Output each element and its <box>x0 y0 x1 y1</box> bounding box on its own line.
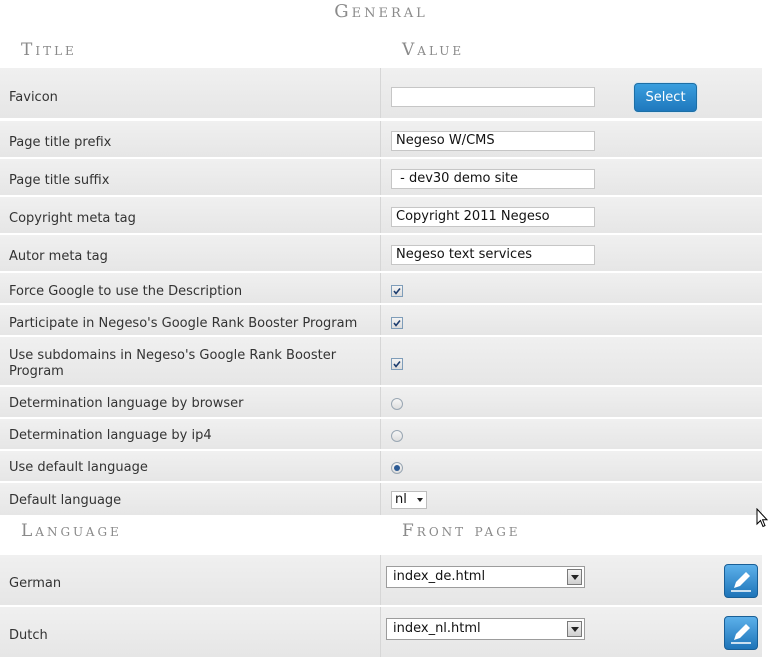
pencil-icon <box>731 624 751 644</box>
lang-browser-radio[interactable] <box>391 398 403 410</box>
subdomains-checkbox[interactable] <box>391 358 403 370</box>
settings-row-subdomains: Use subdomains in Negeso's Google Rank B… <box>0 337 762 386</box>
front-page-value: index_nl.html <box>393 621 481 636</box>
mouse-cursor-icon <box>756 508 768 528</box>
settings-row-title-suffix: Page title suffix - dev30 demo site <box>0 159 762 196</box>
edit-dutch-button[interactable] <box>724 616 758 650</box>
front-page-column-header: Front page <box>402 521 521 541</box>
use-default-language-radio[interactable] <box>391 462 403 474</box>
settings-row-default-lang-use: Use default language <box>0 451 762 482</box>
row-label: Copyright meta tag <box>9 211 136 226</box>
lang-ip4-radio[interactable] <box>391 430 403 442</box>
title-column-header: Title <box>21 40 77 60</box>
row-label: Page title suffix <box>9 173 110 188</box>
row-label: Favicon <box>9 90 58 105</box>
row-label: Force Google to use the Description <box>9 284 243 299</box>
settings-row-default-language: Default language nl <box>0 483 762 516</box>
chevron-down-icon <box>417 498 423 502</box>
default-language-value: nl <box>395 492 407 507</box>
favicon-input[interactable] <box>391 87 595 107</box>
language-row-german: German index_de.html <box>0 555 762 606</box>
row-label: Use subdomains in Negeso's Google Rank B… <box>9 348 337 379</box>
general-section-title: General <box>334 1 428 22</box>
row-label: Default language <box>9 493 122 508</box>
language-table-header: Language Front page <box>0 515 762 549</box>
settings-row-favicon: Favicon Select <box>0 68 762 119</box>
settings-row-copyright: Copyright meta tag Copyright 2011 Negeso <box>0 197 762 234</box>
author-input[interactable]: Negeso text services <box>391 245 595 265</box>
pencil-icon <box>731 572 751 592</box>
row-label: Page title prefix <box>9 135 112 150</box>
language-row-dutch: Dutch index_nl.html <box>0 607 762 658</box>
front-page-select-dutch[interactable]: index_nl.html <box>386 618 585 640</box>
settings-row-force-google: Force Google to use the Description <box>0 273 762 304</box>
language-name: German <box>9 576 62 591</box>
front-page-select-german[interactable]: index_de.html <box>386 566 585 588</box>
settings-row-title-prefix: Page title prefix Negeso W/CMS <box>0 121 762 158</box>
title-suffix-input[interactable]: - dev30 demo site <box>391 169 595 189</box>
check-icon <box>393 320 401 327</box>
title-prefix-input[interactable]: Negeso W/CMS <box>391 131 595 151</box>
general-table-header: Title Value <box>0 34 762 68</box>
settings-row-author: Autor meta tag Negeso text services <box>0 235 762 272</box>
language-column-header: Language <box>21 521 122 541</box>
copyright-input[interactable]: Copyright 2011 Negeso <box>391 207 595 227</box>
row-label: Determination language by browser <box>9 396 244 411</box>
select-favicon-button[interactable]: Select <box>634 83 697 112</box>
chevron-down-icon[interactable] <box>567 621 582 637</box>
row-label: Determination language by ip4 <box>9 428 212 443</box>
force-google-checkbox[interactable] <box>391 285 403 297</box>
edit-german-button[interactable] <box>724 564 758 598</box>
language-name: Dutch <box>9 628 48 643</box>
settings-row-rank-booster: Participate in Negeso's Google Rank Boos… <box>0 305 762 336</box>
rank-booster-checkbox[interactable] <box>391 317 403 329</box>
settings-row-lang-browser: Determination language by browser <box>0 387 762 418</box>
value-column-header: Value <box>402 40 465 60</box>
chevron-down-icon[interactable] <box>567 569 582 585</box>
row-label: Use default language <box>9 460 148 475</box>
row-label: Participate in Negeso's Google Rank Boos… <box>9 316 358 331</box>
page-edge <box>762 0 768 652</box>
default-language-select[interactable]: nl <box>391 491 427 509</box>
row-label: Autor meta tag <box>9 249 108 264</box>
settings-row-lang-ip4: Determination language by ip4 <box>0 419 762 450</box>
check-icon <box>393 288 401 295</box>
front-page-value: index_de.html <box>393 569 486 584</box>
check-icon <box>393 361 401 368</box>
